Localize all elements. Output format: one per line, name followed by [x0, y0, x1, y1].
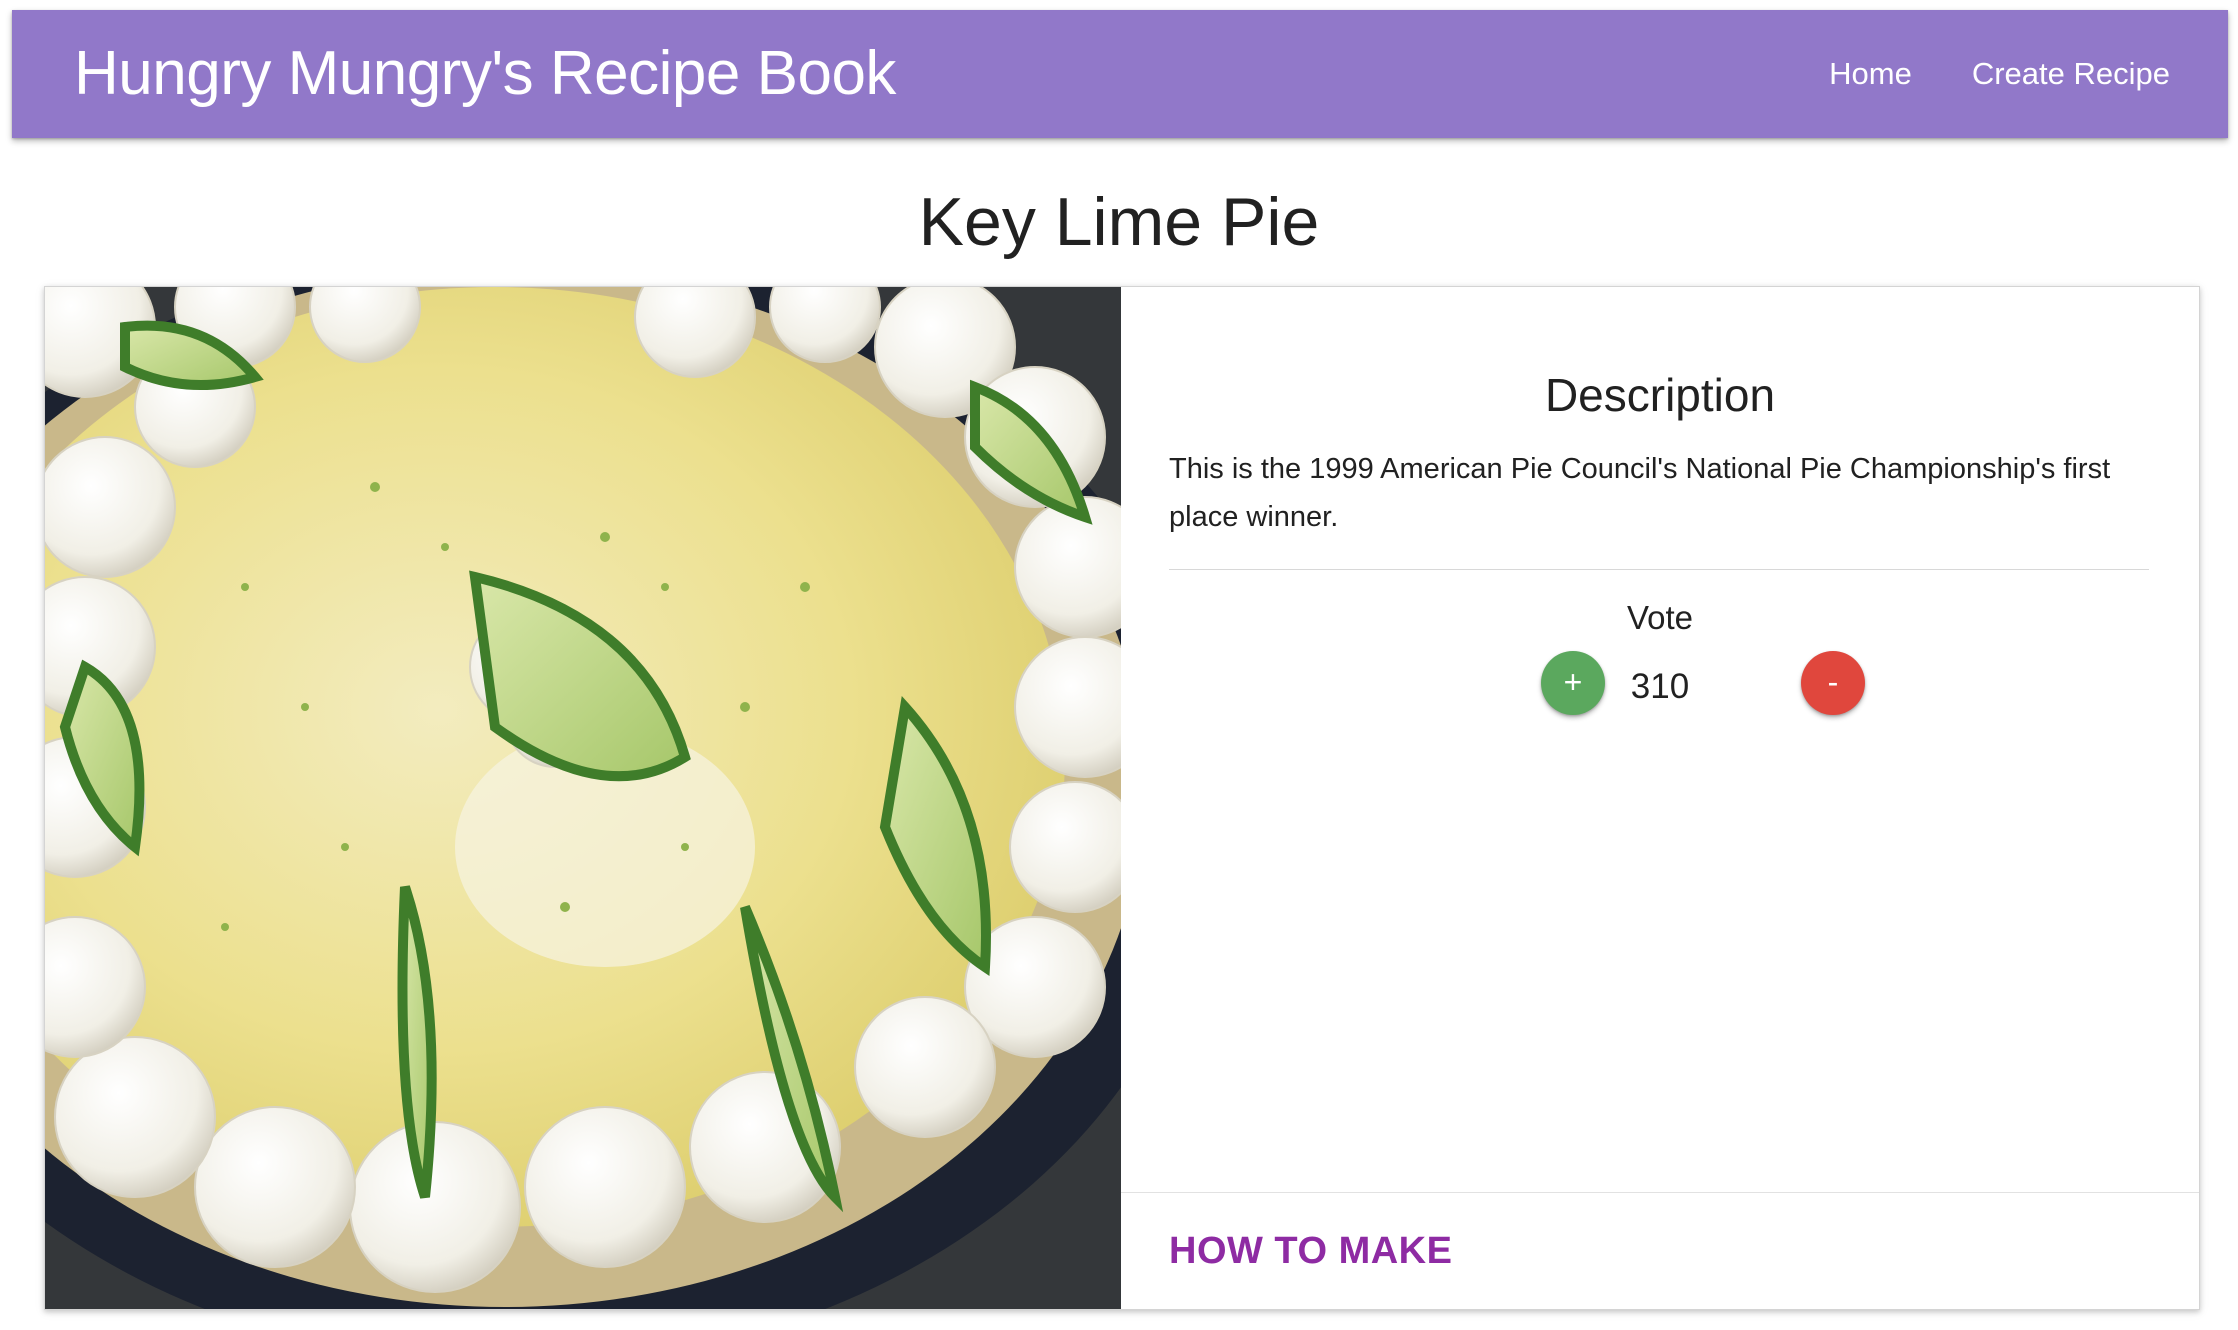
upvote-button[interactable]: +	[1541, 651, 1605, 715]
downvote-button[interactable]: -	[1801, 651, 1865, 715]
site-brand[interactable]: Hungry Mungry's Recipe Book	[74, 10, 896, 138]
top-navbar: Hungry Mungry's Recipe Book Home Create …	[12, 10, 2228, 138]
vote-count: 310	[1630, 667, 1690, 706]
card-action-bar: HOW TO MAKE	[1121, 1192, 2199, 1309]
page-title: Key Lime Pie	[918, 184, 1320, 260]
vote-label: Vote	[1626, 599, 1694, 636]
how-to-make-link[interactable]: HOW TO MAKE	[1169, 1193, 1452, 1309]
vote-controls: 310 + -	[1121, 651, 2199, 717]
key-lime-pie-photo	[45, 287, 1121, 1309]
description-heading: Description	[1544, 369, 1776, 421]
nav-links: Home Create Recipe	[1799, 10, 2200, 138]
recipe-image	[45, 287, 1121, 1309]
recipe-card: Description This is the 1999 American Pi…	[44, 286, 2200, 1310]
recipe-details: Description This is the 1999 American Pi…	[1121, 287, 2199, 1193]
nav-create-recipe-link[interactable]: Create Recipe	[1942, 56, 2200, 92]
divider	[1169, 569, 2149, 570]
description-text: This is the 1999 American Pie Council's …	[1169, 453, 2111, 533]
nav-home-link[interactable]: Home	[1799, 56, 1942, 92]
